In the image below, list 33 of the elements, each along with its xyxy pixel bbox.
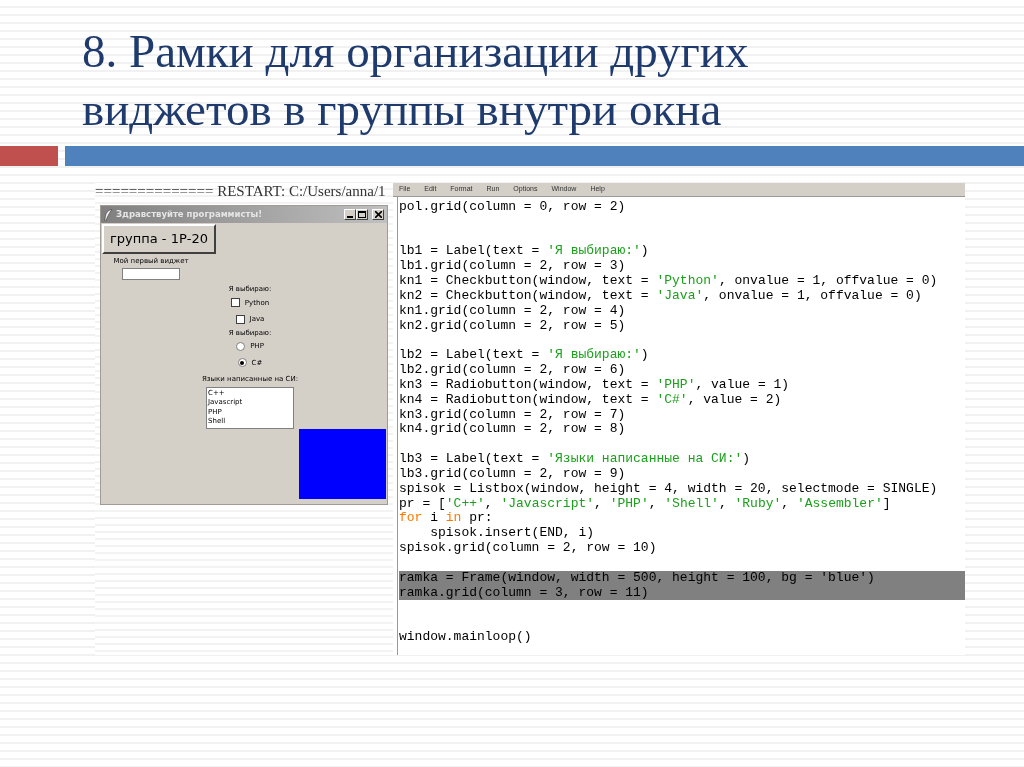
text-field[interactable] (122, 268, 180, 280)
code-line: kn2 = Checkbutton(window, text = 'Java', onvalue = 1, offvalue = 0) (399, 288, 923, 304)
slide-title: 8. Рамки для организации других виджетов в группы внутри окна (81, 24, 750, 137)
window-title: Здравствуйте программисты! (116, 208, 264, 221)
code-line: kn4.grid(column = 2, row = 8) (399, 422, 627, 438)
code-line: lb2.grid(column = 2, row = 6) (399, 363, 627, 378)
code-line: for i in pr: (399, 511, 494, 527)
code-line: kn3 = Radiobutton(window, text = 'PHP', value = 1) (399, 377, 791, 393)
accent-bar (0, 146, 58, 166)
code-line: pr = ['C++', 'Javascript', 'PHP', 'Shell', 'Ruby', 'Assembler'] (399, 496, 892, 512)
code-line: pol.grid(column = 0, row = 2) (399, 200, 627, 215)
code-line: lb1.grid(column = 2, row = 3) (399, 259, 627, 275)
maximize-icon (358, 211, 366, 218)
feather-icon (104, 208, 113, 221)
code-line: lb1 = Label(text = 'Я выбираю:') (399, 244, 650, 260)
code-line: kn4 = Radiobutton(window, text = 'C#', value = 2) (399, 392, 783, 408)
code-line: kn1.grid(column = 2, row = 4) (399, 303, 627, 319)
close-button[interactable] (372, 209, 384, 220)
code-line: lb3.grid(column = 2, row = 9) (399, 466, 627, 482)
code-line: kn1 = Checkbutton(window, text = 'Python', onvalue = 1, offvalue = 0) (399, 274, 939, 289)
code-line: window.mainloop() (399, 630, 533, 645)
code-line: kn2.grid(column = 2, row = 5) (399, 318, 627, 334)
code-line: spisok = Listbox(window, height = 4, width = 20, selectmode = SINGLE) (399, 481, 939, 497)
code-line: lb3 = Label(text = 'Языки написанные на СИ:') (399, 452, 752, 467)
code-line: spisok.insert(END, i) (429, 526, 596, 542)
code-line: kn3.grid(column = 2, row = 7) (399, 407, 627, 423)
minimize-button[interactable] (344, 209, 356, 220)
shell-output-line: ============== RESTART: C:/Users/anna/1 (95, 183, 387, 199)
close-icon (374, 211, 382, 218)
code-line: spisok.grid(column = 2, row = 10) (399, 541, 658, 556)
maximize-button[interactable] (356, 209, 368, 220)
code-line: lb2 = Label(text = 'Я выбираю:') (399, 348, 650, 364)
group-button[interactable]: группа - 1Р-20 (102, 224, 217, 254)
